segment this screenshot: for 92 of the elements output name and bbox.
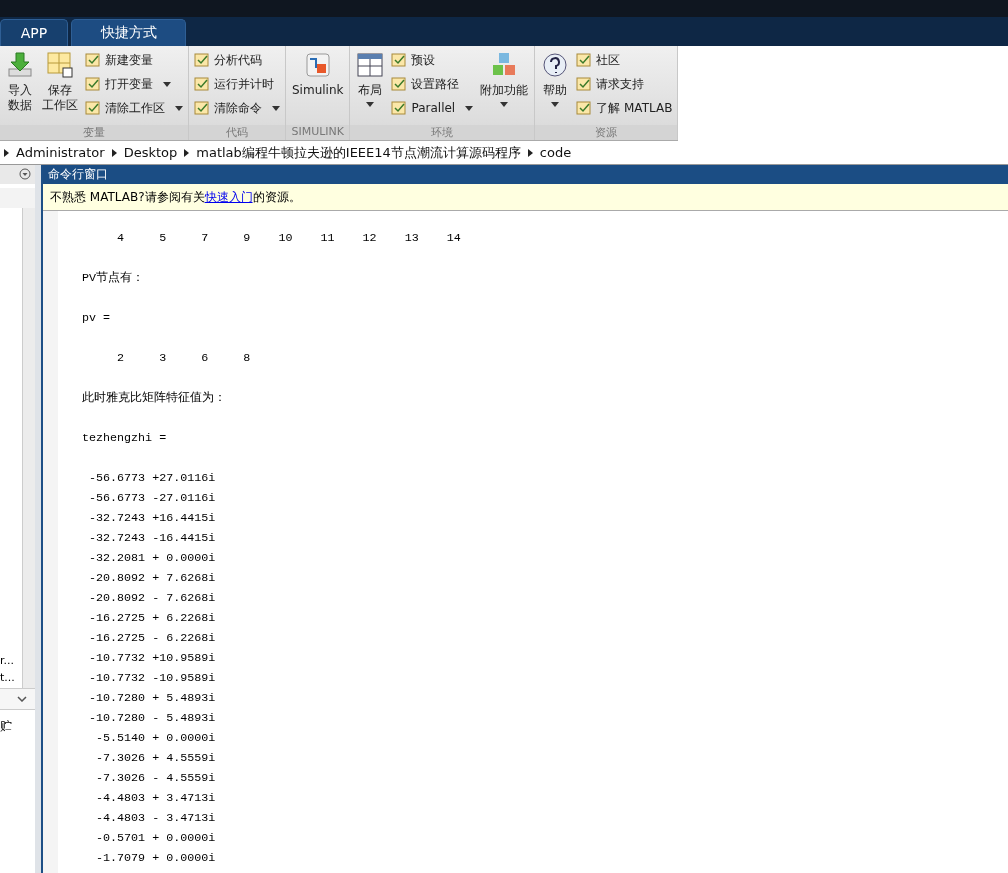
console-output: pv = (82, 310, 112, 327)
path-crumb[interactable]: code (539, 145, 572, 160)
ribbon-button[interactable]: 社区 (574, 49, 675, 71)
toolbar-icon (85, 100, 101, 116)
dropdown-icon[interactable] (19, 168, 31, 180)
caret-icon (175, 105, 183, 111)
console-output: -4.4803 - 3.4713i (95, 810, 217, 827)
path-crumb[interactable]: Desktop (123, 145, 178, 160)
ribbon-button[interactable]: 请求支持 (574, 73, 675, 95)
path-crumb[interactable]: matlab编程牛顿拉夫逊的IEEE14节点潮流计算源码程序 (196, 143, 521, 162)
ribbon-tab[interactable]: APP (0, 19, 68, 46)
ribbon-button[interactable]: 保存 工作区 (39, 49, 81, 125)
chevron-icon (184, 148, 190, 157)
toolbar-icon (85, 76, 101, 92)
console-output: -7.3026 + 4.5559i (95, 750, 217, 767)
caret-icon (500, 102, 509, 107)
ribbon-button[interactable]: 清除命令 (192, 97, 282, 119)
ribbon-button[interactable]: 导入 数据 (3, 49, 37, 125)
ribbon-button[interactable]: 运行并计时 (192, 73, 282, 95)
console-output: 2 3 6 8 (116, 350, 252, 367)
caret-icon (465, 105, 474, 111)
console-output: -10.7732 +10.9589i (88, 650, 217, 667)
console-output: PV节点有： (82, 270, 146, 287)
console-output: -7.3026 - 4.5559i (95, 770, 217, 787)
ribbon-tab[interactable]: 快捷方式 (71, 19, 186, 46)
ribbon-button[interactable]: 打开变量 (83, 73, 185, 95)
scroll-bar[interactable] (22, 208, 35, 688)
ribbon-button[interactable]: 新建变量 (83, 49, 185, 71)
ribbon-button[interactable]: 清除工作区 (83, 97, 185, 119)
toolbar-icon (391, 100, 408, 116)
caret-icon (366, 102, 375, 107)
window-title: 命令行窗口 (43, 165, 1008, 184)
ribbon-button[interactable]: 预设 (389, 49, 476, 71)
console-output: -10.7280 - 5.4893i (88, 710, 217, 727)
toolbar-icon (576, 100, 593, 116)
import-icon (6, 51, 34, 79)
ribbon-button[interactable]: 设置路径 (389, 73, 476, 95)
console-output: tezhengzhi = (82, 430, 168, 447)
panel-title: 贮 (0, 718, 13, 735)
group-label: 环境 (350, 125, 535, 140)
caret-icon (163, 81, 171, 87)
toolbar-icon (194, 100, 210, 116)
notice-text: 的资源。 (252, 188, 301, 206)
toolbar-icon (576, 52, 593, 68)
ribbon-button[interactable]: 附加功能 (477, 49, 532, 125)
console-output: -5.5140 + 0.0000i (95, 730, 217, 747)
group-label: 变量 (0, 125, 188, 140)
ribbon-button[interactable]: Simulink (289, 49, 347, 125)
console-output: -1.7079 + 0.0000i (95, 850, 217, 867)
console-output: -56.6773 -27.0116i (88, 490, 217, 507)
toolbar-icon (194, 76, 210, 92)
console-output: 此时雅克比矩阵特征值为： (82, 390, 227, 407)
help-icon (541, 51, 570, 79)
ribbon-button[interactable]: Parallel (389, 97, 476, 119)
toolbar-icon (391, 52, 408, 68)
ribbon-button[interactable]: 了解 MATLAB (574, 97, 675, 119)
console-output: -10.7732 -10.9589i (88, 670, 217, 687)
group-label: 代码 (189, 125, 285, 140)
quick-start-link[interactable]: 快速入门 (204, 188, 253, 206)
console-output: -32.7243 +16.4415i (88, 510, 217, 527)
console-output: -32.7243 -16.4415i (88, 530, 217, 547)
console-output: -56.6773 +27.0116i (88, 470, 217, 487)
path-crumb[interactable]: Administrator (16, 145, 105, 160)
console-output: -16.2725 + 6.2268i (88, 610, 217, 627)
chevron-icon (4, 148, 9, 157)
ribbon-button[interactable]: 帮助 (538, 49, 573, 125)
chevron-icon (527, 148, 533, 157)
caret-icon (272, 105, 280, 111)
file-name[interactable]: r... (0, 652, 22, 669)
expand-icon[interactable] (17, 696, 27, 702)
console-output: -32.2081 + 0.0000i (88, 550, 217, 567)
ribbon-button[interactable]: 布局 (353, 49, 388, 125)
caret-icon (551, 102, 560, 107)
toolbar-icon (576, 76, 593, 92)
toolbar-icon (85, 52, 101, 68)
console-output: -0.5701 + 0.0000i (95, 830, 217, 847)
chevron-icon (111, 148, 117, 157)
console-output: -20.8092 - 7.6268i (88, 590, 217, 607)
layout-icon (356, 51, 385, 79)
console-output: 4 5 7 9 10 11 12 13 14 (116, 230, 462, 247)
group-label: SIMULINK (286, 125, 350, 140)
toolbar-icon (194, 52, 210, 68)
ribbon-button[interactable]: 分析代码 (192, 49, 282, 71)
console-output: -4.4803 + 3.4713i (95, 790, 217, 807)
notice-text: 不熟悉 MATLAB?请参阅有关 (50, 188, 205, 206)
console-output: -20.8092 + 7.6268i (88, 570, 217, 587)
group-label: 资源 (535, 125, 678, 140)
toolbar-icon (391, 76, 408, 92)
console-output: -16.2725 - 6.2268i (88, 630, 217, 647)
file-name[interactable]: t... (0, 669, 22, 686)
save-icon (46, 51, 74, 79)
console-output: -10.7280 + 5.4893i (88, 690, 217, 707)
